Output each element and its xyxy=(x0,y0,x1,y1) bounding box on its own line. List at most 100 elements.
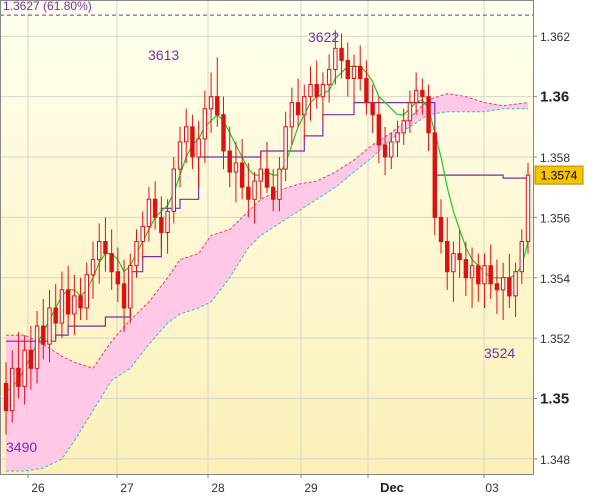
candle-body xyxy=(345,59,350,79)
candle-body xyxy=(121,283,127,309)
candle-body xyxy=(72,295,77,315)
candle-body xyxy=(314,84,319,98)
candle-body xyxy=(208,96,214,110)
candle-body xyxy=(277,168,282,200)
candle-body xyxy=(500,277,506,291)
candle-body xyxy=(227,150,232,173)
candle-body xyxy=(134,241,139,267)
candle-body xyxy=(233,162,239,173)
candle-body xyxy=(351,65,357,79)
candle-body xyxy=(445,241,450,273)
candle-body xyxy=(246,186,251,200)
xaxis-background xyxy=(0,474,600,497)
candle-body xyxy=(302,96,307,116)
axis-background xyxy=(533,0,600,497)
y-tick-label: 1.352 xyxy=(540,332,570,346)
candle-body xyxy=(339,47,344,61)
candle-body xyxy=(59,289,65,324)
candle-body xyxy=(376,114,382,146)
y-tick-label: 1.358 xyxy=(540,151,570,165)
candle-body xyxy=(53,307,58,324)
candle-body xyxy=(482,265,487,285)
candle-body xyxy=(115,271,121,285)
candle-body xyxy=(488,265,493,285)
x-tick-label: Dec xyxy=(380,480,404,495)
candle-body xyxy=(41,325,46,345)
price-annotation: 3622 xyxy=(308,29,339,45)
candle-body xyxy=(513,271,518,297)
x-tick-label: 28 xyxy=(211,481,225,495)
x-tick-label: 29 xyxy=(304,481,318,495)
fib-label: 1.3627 (61.80%) xyxy=(3,0,92,13)
candle-body xyxy=(333,47,338,70)
chart-container: 1.3627 (61.80%) 3490 3613 3622 3524 1.348 1.… xyxy=(0,0,600,497)
candle-body xyxy=(308,84,313,98)
candle-body xyxy=(221,114,226,152)
candle-body xyxy=(494,283,500,291)
candle-body xyxy=(184,126,189,143)
candle-body xyxy=(395,132,400,143)
candle-body xyxy=(22,349,27,387)
candle-body xyxy=(457,253,462,261)
candle-body xyxy=(283,126,288,170)
y-tick-label: 1.362 xyxy=(540,30,570,44)
candle-body xyxy=(295,102,301,116)
price-tag-label: 1.3574 xyxy=(541,169,578,183)
candle-body xyxy=(202,108,208,140)
x-tick-label: 27 xyxy=(120,481,134,495)
candle-body xyxy=(84,274,89,309)
candle-body xyxy=(140,225,145,243)
price-annotation: 3524 xyxy=(484,345,515,361)
y-tick-label: 1.36 xyxy=(540,89,569,106)
candle-body xyxy=(438,216,444,243)
candle-body xyxy=(426,96,431,134)
candle-body xyxy=(507,277,512,297)
y-tick-label: 1.35 xyxy=(540,391,569,408)
candle-body xyxy=(65,289,71,315)
candle-body xyxy=(47,307,52,345)
ichimoku-chart: 1.3627 (61.80%) 3490 3613 3622 3524 1.348 1.… xyxy=(0,0,600,497)
candle-body xyxy=(389,141,394,158)
y-tick-label: 1.356 xyxy=(540,211,570,225)
candle-body xyxy=(420,90,425,98)
candle-body xyxy=(90,259,96,276)
candle-body xyxy=(525,174,531,243)
candle-body xyxy=(78,295,83,309)
price-annotation: 3490 xyxy=(6,439,37,455)
candle-body xyxy=(252,180,257,200)
candle-body xyxy=(3,382,9,412)
candle-body xyxy=(264,168,270,188)
candle-body xyxy=(271,186,276,200)
candle-body xyxy=(109,253,114,273)
candle-body xyxy=(239,162,245,188)
candle-body xyxy=(401,120,406,134)
current-price-tag: 1.3574 xyxy=(534,165,584,185)
candle-body xyxy=(463,259,469,279)
candle-body xyxy=(196,138,201,158)
candle-body xyxy=(10,367,15,412)
candle-body xyxy=(519,241,524,273)
candle-body xyxy=(364,77,369,104)
y-tick-label: 1.348 xyxy=(540,453,570,467)
candle-body xyxy=(16,367,21,387)
candle-body xyxy=(469,265,475,279)
candle-body xyxy=(289,102,295,128)
candle-body xyxy=(159,216,164,233)
candle-body xyxy=(413,90,419,104)
candle-body xyxy=(34,325,40,369)
candle-body xyxy=(370,102,375,116)
candle-body xyxy=(215,96,220,116)
candle-body xyxy=(165,210,170,233)
candle-body xyxy=(382,144,388,158)
price-annotation: 3613 xyxy=(148,47,179,63)
candle-body xyxy=(97,241,102,261)
candle-body xyxy=(177,141,183,170)
candle-body xyxy=(28,349,34,369)
candle-body xyxy=(146,198,152,227)
candle-body xyxy=(407,102,413,122)
candle-body xyxy=(103,241,108,255)
candle-body xyxy=(258,168,263,182)
candle-body xyxy=(171,168,176,212)
candle-body xyxy=(320,84,326,98)
candle-body xyxy=(128,265,133,309)
